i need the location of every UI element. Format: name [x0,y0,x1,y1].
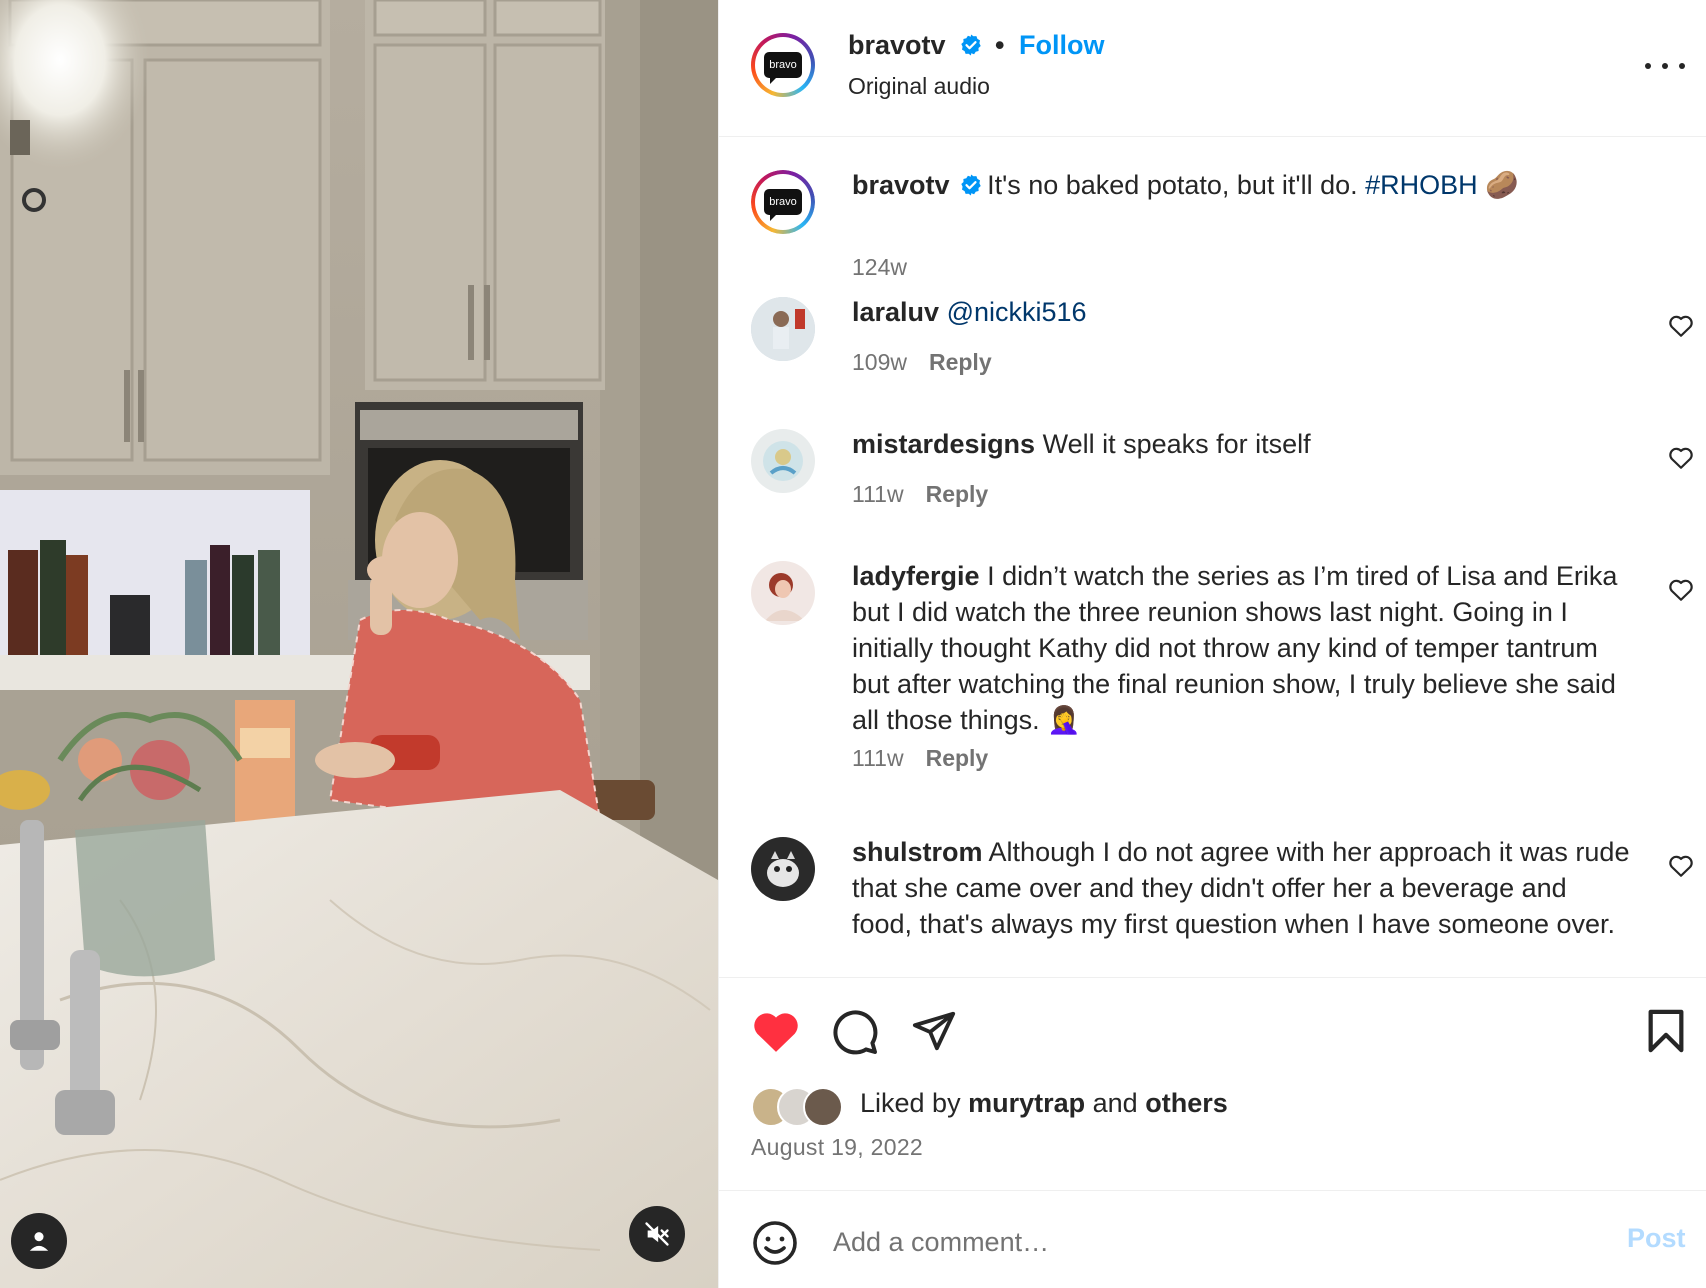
post-header: bravo bravotv • Follow Original audio [719,0,1706,137]
comment-mention[interactable]: @nickki516 [947,297,1087,327]
liked-by-avatars[interactable] [751,1087,851,1127]
comment-timestamp[interactable]: 109w [852,349,907,375]
comment-text: laraluv @nickki516 [852,294,1632,330]
comment-meta: 109w Reply [852,349,992,376]
follow-button[interactable]: Follow [1019,30,1104,61]
caption-hashtag[interactable]: #RHOBH [1365,170,1478,200]
verified-badge-icon [961,174,981,196]
caption-timestamp[interactable]: 124w [852,254,907,280]
caption-author-avatar[interactable]: bravo [751,170,815,234]
commenter-avatar[interactable] [751,429,815,493]
avatar-logo-text: bravo [764,52,802,84]
liked-by-prefix: Liked by [860,1088,961,1118]
liked-by-text: Liked by murytrap and others [860,1088,1228,1119]
instagram-post-modal: bravo bravotv • Follow Original audio br… [0,0,1706,1288]
reply-button[interactable]: Reply [926,745,989,771]
user-tag-icon [29,1232,49,1251]
reply-button[interactable]: Reply [926,481,989,507]
author-avatar[interactable]: bravo [751,33,815,97]
caption-username[interactable]: bravotv [852,170,950,200]
post-details-panel: bravo bravotv • Follow Original audio br… [718,0,1706,1288]
heart-outline-icon[interactable] [1668,578,1694,602]
comment-bubble-icon[interactable] [831,1008,879,1056]
comment-username[interactable]: shulstrom [852,837,983,867]
mute-toggle-button[interactable] [629,1206,685,1262]
comment-text: ladyfergie I didn’t watch the series as … [852,558,1632,738]
comment-text: shulstrom Although I do not agree with h… [852,834,1632,942]
post-date[interactable]: August 19, 2022 [751,1134,923,1161]
post-actions: Liked by murytrap and others August 19, … [719,977,1706,1190]
author-username[interactable]: bravotv [848,30,983,61]
liker-avatar [803,1087,843,1127]
heart-outline-icon[interactable] [1668,314,1694,338]
commenter-avatar[interactable] [751,297,815,361]
potato-emoji: 🥔 [1485,170,1519,200]
caption-text: bravotv It's no baked potato, but it'll … [852,167,1632,203]
post-comment-button[interactable]: Post [1627,1223,1686,1254]
comment-text: mistardesigns Well it speaks for itself [852,426,1632,462]
smiley-icon[interactable] [751,1219,799,1267]
liked-by-conjunction: and [1092,1088,1138,1118]
video-frame-kitchen [0,0,718,1288]
comment-composer: Post [719,1190,1706,1288]
comment-username[interactable]: ladyfergie [852,561,980,591]
post-video[interactable] [0,0,718,1288]
comment-meta: 111w Reply [852,745,988,772]
author-username-text[interactable]: bravotv [848,30,946,60]
comment-username[interactable]: laraluv [852,297,939,327]
heart-outline-icon[interactable] [1668,446,1694,470]
avatar-logo-text: bravo [764,189,802,221]
caption-meta: 124w [852,254,907,281]
comment-timestamp[interactable]: 111w [852,481,904,507]
liked-by-user-link[interactable]: murytrap [968,1088,1085,1118]
reply-button[interactable]: Reply [929,349,992,375]
comment-meta: 111w Reply [852,481,988,508]
caption-body: It's no baked potato, but it'll do. [987,170,1358,200]
comments-list[interactable]: bravo bravotv It's no baked potato, but … [719,137,1706,977]
speaker-muted-icon [645,1222,669,1246]
audio-label[interactable]: Original audio [848,73,990,100]
comment-username[interactable]: mistardesigns [852,429,1035,459]
more-options-icon[interactable] [1645,55,1685,77]
paper-plane-icon[interactable] [911,1008,957,1054]
header-separator: • [995,30,1005,60]
heart-outline-icon[interactable] [1668,854,1694,878]
comment-input[interactable] [831,1215,1555,1269]
commenter-avatar[interactable] [751,837,815,901]
comment-timestamp[interactable]: 111w [852,745,904,771]
comment-body: Well it speaks for itself [1042,429,1311,459]
liked-by-others-link[interactable]: others [1145,1088,1228,1118]
bookmark-icon[interactable] [1646,1008,1686,1054]
commenter-avatar[interactable] [751,561,815,625]
tagged-users-button[interactable] [11,1213,67,1269]
heart-filled-icon[interactable] [751,1008,801,1054]
verified-badge-icon [961,34,981,56]
